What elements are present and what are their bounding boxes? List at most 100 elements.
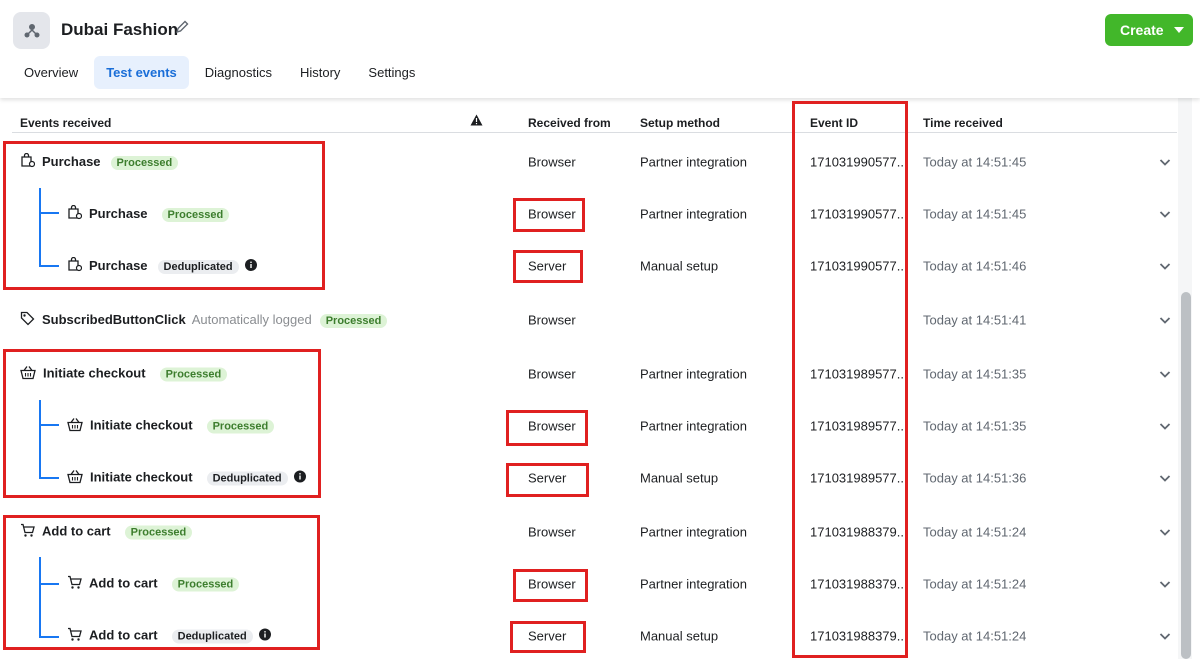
received-from: Browser	[528, 366, 576, 382]
received-from: Server	[528, 470, 567, 486]
setup-method: Partner integration	[640, 154, 747, 170]
chevron-down-icon[interactable]	[1159, 313, 1171, 328]
tab-history[interactable]: History	[288, 56, 352, 89]
received-from: Browser	[528, 154, 576, 170]
event-name: Initiate checkout	[90, 417, 193, 433]
time-received: Today at 14:51:46	[923, 258, 1027, 274]
event-name: SubscribedButtonClick	[42, 312, 186, 327]
event-id: 171031990577...	[810, 206, 908, 222]
event-cell: Add to cart Processed	[20, 523, 193, 541]
create-button-label: Create	[1120, 22, 1164, 38]
status-badge: Processed	[161, 208, 230, 222]
event-cell: Initiate checkout Processed	[67, 417, 275, 435]
table-row[interactable]: Initiate checkout Deduplicated Server Man…	[12, 452, 1177, 504]
received-from: Browser	[528, 312, 576, 328]
column-event-id: Event ID	[810, 116, 859, 130]
event-name: Add to cart	[42, 523, 111, 539]
tab-diagnostics[interactable]: Diagnostics	[193, 56, 284, 89]
column-time-received: Time received	[923, 116, 1003, 130]
chevron-down-icon[interactable]	[1159, 155, 1171, 170]
tab-overview[interactable]: Overview	[12, 56, 90, 89]
received-from: Server	[528, 628, 567, 644]
chevron-down-icon[interactable]	[1159, 471, 1171, 486]
event-name: Purchase	[42, 154, 101, 169]
event-cell: Add to cart Deduplicated	[67, 628, 271, 645]
column-events-received: Events received	[20, 116, 112, 130]
table-row[interactable]: Initiate checkout Processed Browser Partn…	[12, 348, 1177, 400]
status-badge: Processed	[159, 367, 228, 382]
pixel-icon	[13, 12, 50, 49]
event-name: Purchase	[89, 258, 148, 273]
tab-test-events[interactable]: Test events	[94, 56, 189, 89]
received-from: Browser	[528, 418, 576, 434]
cart-icon	[20, 523, 35, 541]
received-from: Server	[528, 258, 567, 274]
event-id: 171031990577...	[810, 154, 908, 170]
event-cell: Initiate checkout Processed	[20, 366, 228, 383]
event-id: 171031989577...	[810, 418, 908, 434]
basket-icon	[20, 366, 36, 383]
auto-logged-label: Automatically logged	[191, 312, 312, 327]
time-received: Today at 14:51:45	[923, 206, 1027, 222]
status-badge: Processed	[124, 525, 193, 540]
time-received: Today at 14:51:35	[923, 366, 1027, 382]
event-id: 171031988379...	[810, 524, 908, 540]
page-title: Dubai Fashion	[61, 20, 179, 39]
info-icon[interactable]	[258, 628, 271, 644]
setup-method: Partner integration	[640, 576, 747, 592]
cart-icon	[67, 575, 82, 593]
setup-method: Manual setup	[640, 628, 719, 644]
received-from: Browser	[528, 576, 576, 592]
setup-method: Partner integration	[640, 524, 747, 540]
received-from: Browser	[528, 206, 576, 222]
chevron-down-icon[interactable]	[1159, 367, 1171, 382]
event-name: Initiate checkout	[90, 469, 193, 485]
time-received: Today at 14:51:41	[923, 312, 1027, 328]
event-id: 171031988379...	[810, 576, 908, 592]
event-cell: Purchase Processed	[20, 152, 179, 171]
time-received: Today at 14:51:24	[923, 524, 1027, 540]
table-row[interactable]: Add to cart Processed Browser Partner int…	[12, 558, 1177, 610]
time-received: Today at 14:51:35	[923, 418, 1027, 434]
info-icon[interactable]	[244, 259, 257, 274]
event-name: Add to cart	[89, 575, 158, 591]
chevron-down-icon[interactable]	[1159, 629, 1171, 644]
table-header: Events received Received from Setup meth…	[12, 112, 1177, 133]
status-badge: Deduplicated	[157, 260, 239, 274]
table-row[interactable]: Add to cart Processed Browser Partner int…	[12, 506, 1177, 558]
table-row[interactable]: Initiate checkout Processed Browser Partn…	[12, 400, 1177, 452]
table-row[interactable]: Purchase Processed Browser Partner integr…	[12, 136, 1177, 188]
column-received-from: Received from	[528, 116, 611, 130]
info-icon[interactable]	[293, 470, 306, 486]
chevron-down-icon[interactable]	[1159, 525, 1171, 540]
table-row[interactable]: Purchase Deduplicated Server Manual setup…	[12, 240, 1177, 292]
time-received: Today at 14:51:45	[923, 154, 1027, 170]
setup-method: Manual setup	[640, 258, 719, 274]
time-received: Today at 14:51:36	[923, 470, 1027, 486]
tab-settings[interactable]: Settings	[356, 56, 427, 89]
create-button[interactable]: Create	[1105, 14, 1193, 46]
shopping-bag-icon	[67, 256, 83, 275]
status-badge: Deduplicated	[206, 471, 288, 486]
cart-icon	[67, 627, 82, 645]
chevron-down-icon[interactable]	[1159, 419, 1171, 434]
chevron-down-icon[interactable]	[1159, 207, 1171, 222]
status-badge: Processed	[206, 419, 275, 434]
basket-icon	[67, 470, 83, 487]
chevron-down-icon[interactable]	[1159, 259, 1171, 274]
edit-pencil-icon[interactable]	[174, 19, 190, 40]
chevron-down-icon[interactable]	[1159, 577, 1171, 592]
time-received: Today at 14:51:24	[923, 576, 1027, 592]
tag-icon	[20, 311, 35, 329]
shopping-bag-icon	[20, 152, 36, 171]
shopping-bag-icon	[67, 204, 83, 223]
time-received: Today at 14:51:24	[923, 628, 1027, 644]
scrollbar-thumb[interactable]	[1181, 292, 1191, 659]
warning-icon[interactable]	[470, 114, 483, 129]
table-row[interactable]: Add to cart Deduplicated Server Manual se…	[12, 610, 1177, 659]
event-cell: SubscribedButtonClick Automatically logge…	[20, 311, 388, 329]
status-badge: Processed	[171, 577, 240, 592]
table-row[interactable]: SubscribedButtonClick Automatically logge…	[12, 294, 1177, 346]
event-cell: Purchase Deduplicated	[67, 256, 257, 275]
table-row[interactable]: Purchase Processed Browser Partner integr…	[12, 188, 1177, 240]
